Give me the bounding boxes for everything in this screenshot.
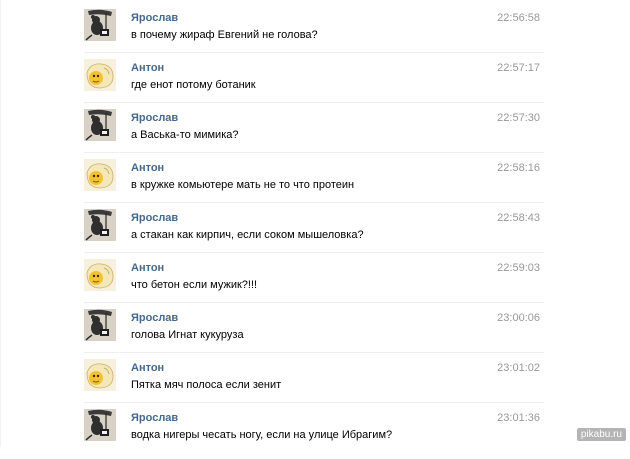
message-divider — [84, 102, 544, 103]
cartoon-chick-avatar[interactable] — [84, 359, 116, 391]
message-time: 22:57:30 — [497, 112, 540, 124]
message-text: а стакан как кирпич, если соком мышеловк… — [131, 229, 364, 241]
watermark: pikabu.ru — [576, 428, 626, 441]
rat-photographer-avatar[interactable] — [84, 9, 116, 41]
message-divider — [84, 52, 544, 53]
rat-photographer-avatar[interactable] — [84, 409, 116, 441]
message-item: Ярослав 23:01:36 водка нигеры чесать ног… — [84, 409, 544, 459]
message-text: а Васька-то мимика? — [131, 129, 239, 141]
message-time: 23:00:06 — [497, 312, 540, 324]
message-time: 22:56:58 — [497, 12, 540, 24]
message-text: голова Игнат кукуруза — [131, 329, 244, 341]
cartoon-chick-avatar[interactable] — [84, 259, 116, 291]
message-text: Пятка мяч полоса если зенит — [131, 379, 282, 391]
author-name[interactable]: Антон — [131, 162, 164, 174]
message-divider — [84, 302, 544, 303]
message-time: 23:01:02 — [497, 362, 540, 374]
message-text: что бетон если мужик?!!! — [131, 279, 258, 291]
author-name[interactable]: Ярослав — [131, 412, 178, 424]
author-name[interactable]: Ярослав — [131, 212, 178, 224]
rat-photographer-avatar[interactable] — [84, 109, 116, 141]
cartoon-chick-avatar[interactable] — [84, 59, 116, 91]
message-time: 22:57:17 — [497, 62, 540, 74]
message-time: 22:58:16 — [497, 162, 540, 174]
author-name[interactable]: Антон — [131, 62, 164, 74]
message-divider — [84, 152, 544, 153]
message-divider — [84, 252, 544, 253]
author-name[interactable]: Ярослав — [131, 12, 178, 24]
message-text: в почему жираф Евгений не голова? — [131, 29, 318, 41]
message-history: Ярослав 22:56:58 в почему жираф Евгений … — [0, 0, 630, 447]
message-text: водка нигеры чесать ногу, если на улице … — [131, 429, 393, 441]
message-text: где енот потому ботаник — [131, 79, 256, 91]
left-edge — [0, 0, 1, 447]
message-divider — [84, 402, 544, 403]
author-name[interactable]: Ярослав — [131, 312, 178, 324]
author-name[interactable]: Антон — [131, 262, 164, 274]
message-time: 22:59:03 — [497, 262, 540, 274]
author-name[interactable]: Ярослав — [131, 112, 178, 124]
message-divider — [84, 202, 544, 203]
rat-photographer-avatar[interactable] — [84, 309, 116, 341]
message-time: 23:01:36 — [497, 412, 540, 424]
cartoon-chick-avatar[interactable] — [84, 159, 116, 191]
message-text: в кружке комьютере мать не то что протеи… — [131, 179, 355, 191]
message-divider — [84, 352, 544, 353]
message-time: 22:58:43 — [497, 212, 540, 224]
author-name[interactable]: Антон — [131, 362, 164, 374]
rat-photographer-avatar[interactable] — [84, 209, 116, 241]
